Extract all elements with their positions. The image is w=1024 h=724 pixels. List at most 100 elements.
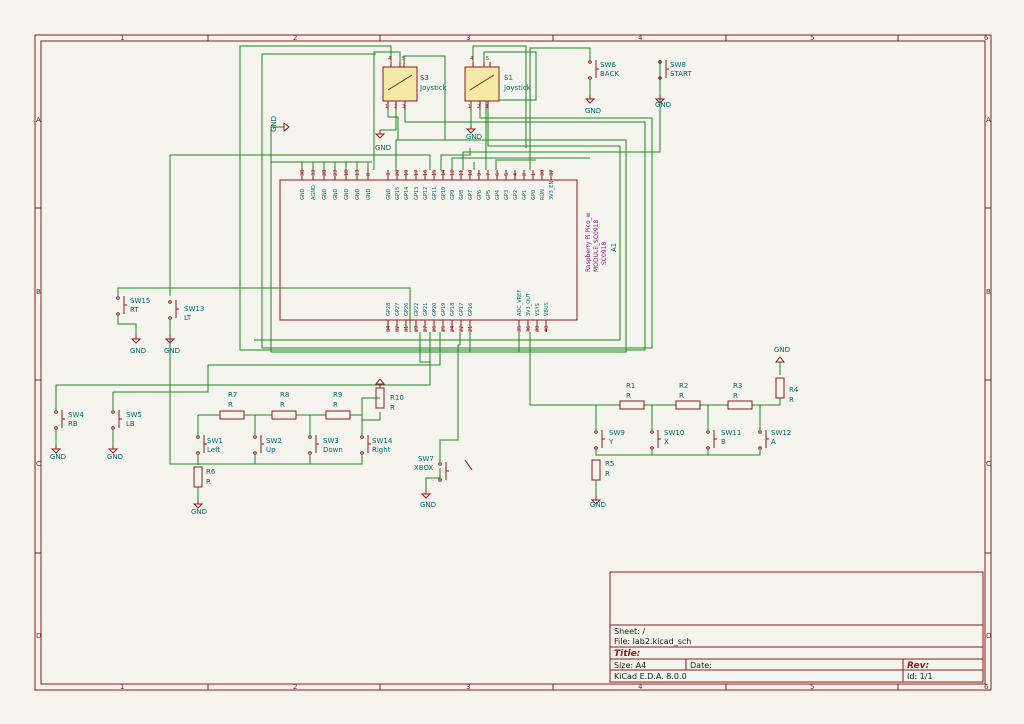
resistor-ref: R4 — [789, 386, 799, 394]
mcu-pin-name: GP13 — [414, 187, 420, 200]
gnd-symbol: GND — [164, 335, 180, 355]
mcu-pin-name: ADC_VREF — [517, 290, 523, 316]
mcu-pin-name: GP22 — [414, 303, 420, 316]
svg-text:4: 4 — [388, 56, 391, 62]
switch-ref: SW1 — [207, 437, 223, 445]
switch-value: A — [771, 438, 776, 446]
resistor-value: R — [333, 401, 338, 409]
mcu-pin-name: GP18 — [450, 303, 456, 316]
grid-col-bottom: 1 — [120, 683, 124, 691]
mcu-pin-name: GND — [386, 188, 392, 200]
switch-ref: SW3 — [323, 437, 339, 445]
switch-value: Y — [608, 438, 614, 446]
grid-col-top: 4 — [638, 34, 643, 42]
mcu-pin-num: 16 — [423, 170, 429, 176]
resistor-ref: R3 — [733, 382, 742, 390]
switch-ref: SW9 — [609, 429, 625, 437]
mcu-pin-name: GND — [300, 188, 306, 200]
svg-text:3: 3 — [402, 104, 405, 110]
grid-col-bottom: 6 — [984, 683, 989, 691]
grid-col-bottom: 2 — [293, 683, 297, 691]
switch-ref: SW14 — [372, 437, 393, 445]
mcu-pin-num: 36 — [526, 326, 532, 332]
gnd-symbol: GND — [590, 496, 606, 509]
gnd-symbol: GND — [420, 490, 436, 509]
resistor-ref: R6 — [206, 468, 216, 476]
grid-row-left: C — [36, 460, 41, 468]
mcu-ref: A1 — [610, 243, 618, 252]
mcu-pin-name: 3V3_EN — [549, 181, 555, 200]
resistor-value: R — [733, 392, 738, 400]
switch-ref: SW15 — [130, 297, 150, 305]
switch-ref: SW2 — [266, 437, 282, 445]
mcu-pin-name: GP20 — [432, 303, 438, 316]
resistor-value: R — [228, 401, 233, 409]
mcu-pin-num: 9 — [477, 173, 483, 176]
resistor-r6: R6 R — [193, 466, 216, 488]
mcu-pin-name: GP15 — [395, 187, 401, 200]
mcu-pin-name: GP5 — [486, 190, 492, 200]
mcu-pin-name: AGND — [311, 185, 317, 200]
gnd-symbol: GND — [107, 445, 123, 461]
mcu-pin-name: GP26 — [404, 303, 410, 316]
joystick-s3-ref: S3 — [420, 74, 429, 82]
switch-value: START — [670, 70, 692, 78]
mcu-pin-name: GND — [322, 188, 328, 200]
mcu-pin-name: GND — [355, 188, 361, 200]
switch-ref: SW12 — [771, 429, 791, 437]
grid-col-top: 3 — [466, 34, 470, 42]
joystick-s1-value: Joystick — [503, 84, 532, 92]
mcu-value: Raspberry Pi Pico_w — [585, 212, 592, 272]
mcu-pin-name: GP10 — [441, 187, 447, 200]
mcu-pin-num: 5 — [504, 173, 510, 176]
schematic-canvas: 112233445566A AB BC CD D Sheet: / File: lab2… — [34, 34, 992, 691]
mcu-pin-num: 18 — [344, 170, 350, 176]
switch-sw5: SW5LB — [111, 410, 142, 430]
mcu-pin-name: GP7 — [468, 190, 474, 200]
mcu-pin-name: GND — [333, 188, 339, 200]
grid-col-top: 6 — [984, 34, 989, 42]
switch-value: XBOX — [414, 464, 434, 472]
mcu-pin-num: 1 — [531, 173, 537, 176]
grid-row-left: A — [36, 116, 41, 124]
resistor-r3: R3 R — [727, 382, 753, 410]
switch-ref: SW8 — [670, 61, 686, 69]
mcu-pin-num: 31 — [404, 326, 410, 332]
gnd-symbol: GND — [584, 95, 601, 115]
gnd-symbol: GND — [50, 445, 66, 461]
resistor-r4: R4 R — [775, 377, 799, 404]
resistor-value: R — [789, 396, 794, 404]
svg-text:2: 2 — [477, 104, 480, 110]
gnd-label: GND — [164, 347, 180, 355]
gnd-symbol: GND — [130, 335, 146, 355]
mcu-part: SC0918 — [601, 242, 608, 265]
resistor-r7: R7 R — [219, 391, 245, 420]
switch-ref: SW6 — [600, 61, 616, 69]
grid-marks: 112233445566A AB BC CD D — [35, 34, 991, 691]
switch-value: B — [721, 438, 726, 446]
switch-sw3: SW3Down — [308, 435, 343, 455]
mcu-pin-num: 27 — [423, 326, 429, 332]
gnd-label: GND — [130, 347, 146, 355]
mcu-pin-num: 32 — [395, 326, 401, 332]
resistor-r10: R10 R — [375, 387, 404, 412]
mcu-pin-num: 3 — [386, 173, 392, 176]
mcu-pin-num: 38 — [300, 170, 306, 176]
mcu-a1: 38 GND 33 AGND 28 GND 23 GND 18 GND 13 GND 8 GND 3 GND 2… — [279, 170, 618, 332]
mcu-pin-name: GP17 — [459, 303, 465, 316]
resistor-ref: R8 — [280, 391, 289, 399]
ground-symbols: GND GND GND GND GND GND GND GND GND GND GND GND GND — [50, 95, 790, 516]
mcu-pin-num: 2 — [522, 173, 528, 176]
mcu-pin-num: 40 — [544, 326, 550, 332]
mcu-pin-name: 3V3_OUT — [526, 292, 532, 316]
mcu-pin-num: 25 — [441, 326, 447, 332]
mcu-pin-num: 37 — [549, 170, 555, 176]
mcu-pin-num: 20 — [395, 170, 401, 176]
resistor-ref: R7 — [228, 391, 237, 399]
switch-sw8: SW8START — [658, 60, 692, 80]
switch-sw10: SW10X — [650, 429, 684, 450]
joystick-s3-value: Joystick — [419, 84, 448, 92]
mcu-pin-num: 10 — [468, 170, 474, 176]
svg-text:5: 5 — [402, 56, 405, 62]
resistors: R7 R R8 R R9 R R10 R R6 R R1 R R2 R R3 R R4 R R5 R — [193, 377, 799, 488]
